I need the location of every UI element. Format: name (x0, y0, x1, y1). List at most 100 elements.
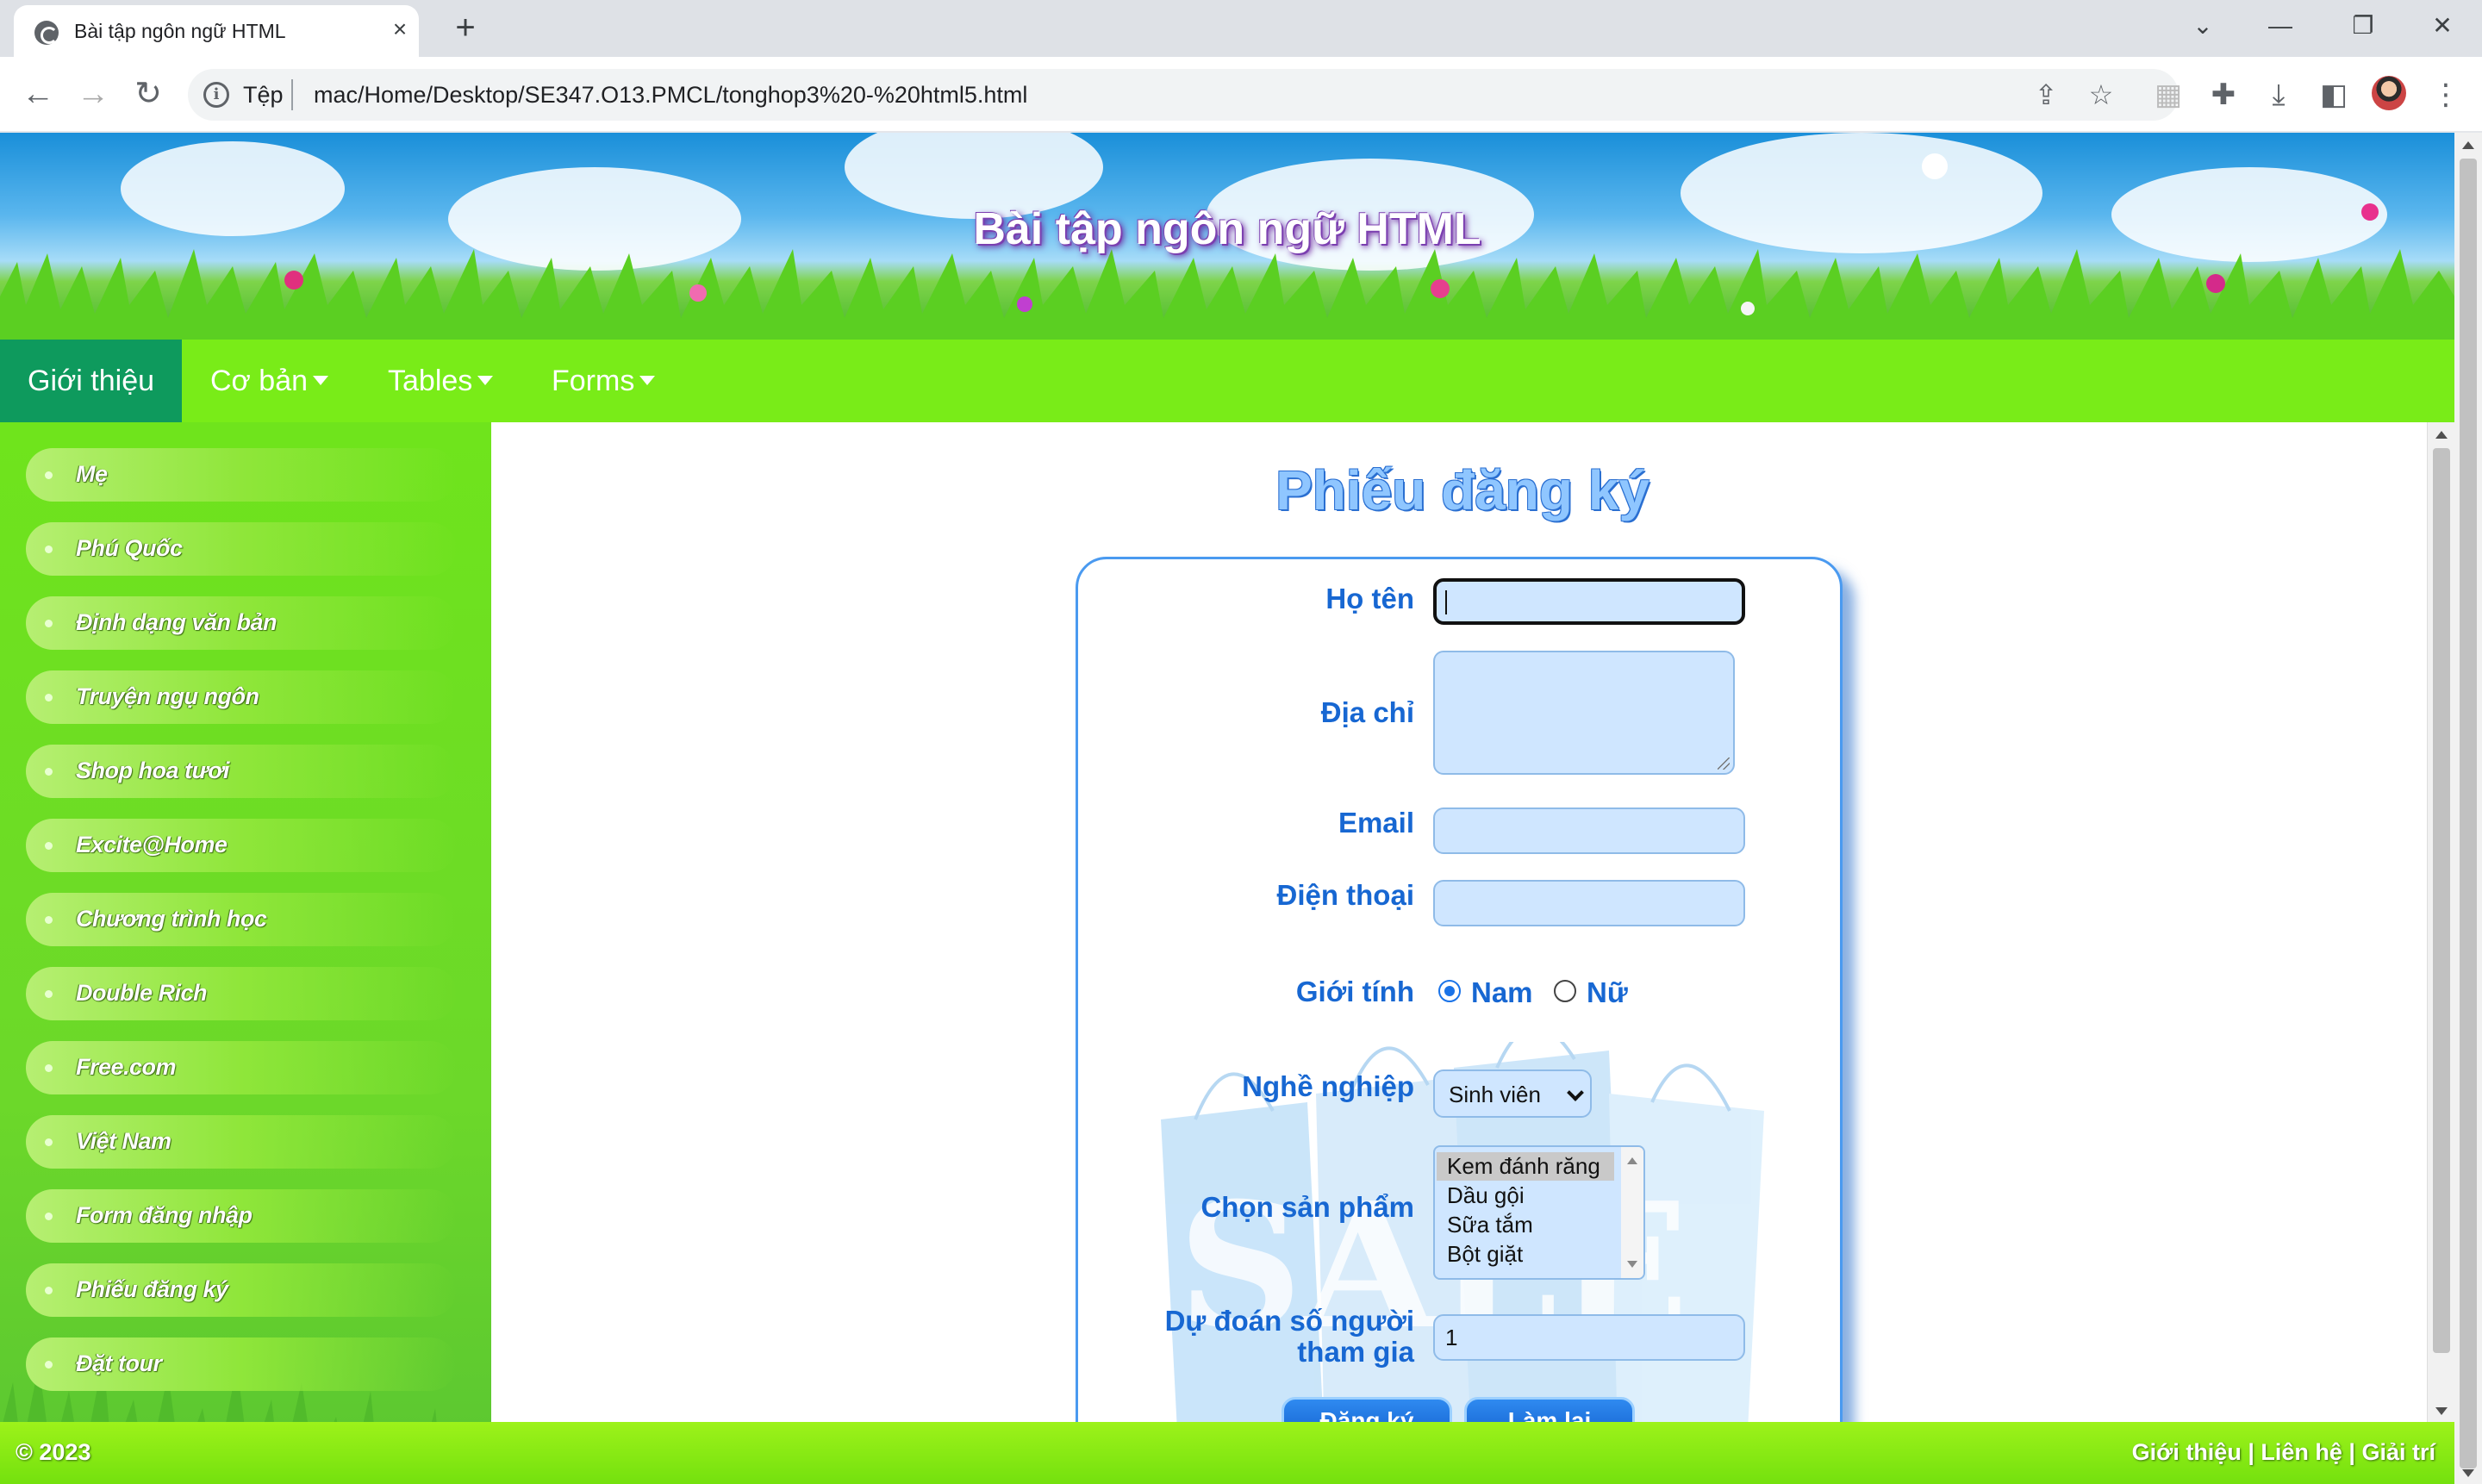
reload-icon[interactable]: ↻ (128, 74, 169, 115)
sidebar-item-shop-hoa-tuoi[interactable]: Shop hoa tươi (26, 745, 457, 798)
sidebar-item-double-rich[interactable]: Double Rich (26, 967, 457, 1020)
bullet-icon (45, 1361, 53, 1369)
sidebar-item-excite-home[interactable]: Excite@Home (26, 819, 457, 872)
job-select-value: Sinh viên (1449, 1082, 1541, 1107)
page-scroll-thumb[interactable] (2460, 159, 2477, 1468)
guess-input[interactable]: 1 (1433, 1314, 1745, 1361)
forward-icon[interactable]: → (72, 74, 114, 115)
grass-decoration (0, 249, 2454, 340)
new-tab-button[interactable]: + (445, 9, 486, 50)
address-bar[interactable]: i Tệp mac/Home/Desktop/SE347.O13.PMCL/to… (188, 69, 2179, 121)
product-option[interactable]: Bột giặt (1437, 1240, 1614, 1269)
globe-icon (34, 21, 59, 45)
minimize-button[interactable]: — (2254, 5, 2306, 47)
main-nav: Giới thiệu Cơ bản Tables Forms (0, 340, 2454, 422)
caret-down-icon (639, 375, 656, 385)
phone-label: Điện thoại (1276, 879, 1414, 911)
star-icon[interactable]: ☆ (2084, 78, 2118, 112)
name-input[interactable] (1433, 578, 1745, 625)
footer-separator: | (2241, 1439, 2261, 1465)
copyright-text: © 2023 (16, 1439, 91, 1465)
email-input[interactable] (1433, 807, 1745, 854)
nav-item-co-ban[interactable]: Cơ bản (183, 340, 356, 422)
sidebar-item-phu-quoc[interactable]: Phú Quốc (26, 522, 457, 576)
sidebar: Mẹ Phú Quốc Định dạng văn bản Truyện ngụ… (0, 422, 491, 1484)
info-icon[interactable]: i (203, 82, 229, 108)
menu-icon[interactable]: ⋮ (2425, 74, 2466, 115)
download-icon[interactable]: ⤓ (2258, 74, 2299, 115)
bullet-icon (45, 1138, 53, 1146)
address-label: Địa chỉ (1320, 696, 1414, 728)
footer-link-gioi-thieu[interactable]: Giới thiệu (2132, 1439, 2242, 1465)
gender-radio-nam[interactable] (1438, 980, 1461, 1002)
content-scroll-thumb[interactable] (2433, 448, 2450, 1353)
product-option[interactable]: Kem đánh răng (1437, 1152, 1614, 1181)
phone-input[interactable] (1433, 880, 1745, 926)
back-icon[interactable]: ← (17, 74, 59, 115)
scroll-down-icon[interactable] (2435, 1407, 2448, 1415)
gender-option-nam: Nam (1471, 976, 1533, 1008)
bullet-icon (45, 620, 53, 627)
share-icon[interactable]: ⇪ (2029, 78, 2063, 112)
guess-label-line1: Dự đoán số người (1164, 1305, 1414, 1337)
sidebar-item-dinh-dang-van-ban[interactable]: Định dạng văn bản (26, 596, 457, 650)
products-label: Chọn sản phẩm (1200, 1191, 1414, 1223)
footer-separator: | (2342, 1439, 2362, 1465)
registration-form: SALE Họ tên Địa chỉ Email Điện thoại Giớ… (1076, 557, 1843, 1484)
extension-icon[interactable]: ▦ (2148, 74, 2189, 115)
name-label: Họ tên (1325, 583, 1414, 614)
product-option[interactable]: Dầu gội (1437, 1182, 1614, 1210)
sidebar-item-form-dang-nhap[interactable]: Form đăng nhập (26, 1189, 457, 1243)
product-option[interactable]: Sữa tắm (1437, 1211, 1614, 1239)
scroll-up-icon[interactable] (2462, 141, 2474, 149)
bullet-icon (45, 471, 53, 479)
bullet-icon (45, 990, 53, 998)
bullet-icon (45, 546, 53, 553)
bullet-icon (45, 842, 53, 850)
gender-radio-nu[interactable] (1554, 980, 1576, 1002)
bullet-icon (45, 916, 53, 924)
text-cursor (1445, 590, 1447, 614)
footer-link-lien-he[interactable]: Liên hệ (2261, 1439, 2342, 1465)
close-window-button[interactable]: ✕ (2417, 5, 2468, 47)
sidebar-item-chuong-trinh-hoc[interactable]: Chương trình học (26, 893, 457, 946)
sidepanel-icon[interactable]: ◧ (2313, 74, 2354, 115)
products-listbox[interactable]: Kem đánh răng Dầu gội Sữa tắm Bột giặt (1433, 1145, 1645, 1280)
footer-link-giai-tri[interactable]: Giải trí (2361, 1439, 2435, 1465)
sidebar-item-phieu-dang-ky[interactable]: Phiếu đăng ký (26, 1263, 457, 1317)
tab-search-icon[interactable]: ⌄ (2177, 5, 2229, 47)
sidebar-item-dat-tour[interactable]: Đặt tour (26, 1337, 457, 1391)
sidebar-item-free-com[interactable]: Free.com (26, 1041, 457, 1094)
nav-item-gioi-thieu[interactable]: Giới thiệu (0, 340, 183, 422)
gender-label: Giới tính (1295, 976, 1414, 1007)
close-tab-icon[interactable]: × (386, 16, 414, 43)
bullet-icon (45, 1287, 53, 1294)
resize-handle-icon[interactable] (1718, 758, 1730, 770)
browser-toolbar: ← → ↻ i Tệp mac/Home/Desktop/SE347.O13.P… (0, 57, 2482, 133)
bullet-icon (45, 1064, 53, 1072)
nav-item-forms[interactable]: Forms (524, 340, 683, 422)
content-scrollbar[interactable] (2427, 422, 2454, 1422)
sidebar-item-truyen-ngu-ngon[interactable]: Truyện ngụ ngôn (26, 670, 457, 724)
sidebar-item-viet-nam[interactable]: Việt Nam (26, 1115, 457, 1169)
address-textarea[interactable] (1433, 651, 1735, 775)
restore-button[interactable]: ❐ (2337, 5, 2389, 47)
browser-tab[interactable]: Bài tập ngôn ngữ HTML × (14, 5, 419, 57)
address-url[interactable]: mac/Home/Desktop/SE347.O13.PMCL/tonghop3… (314, 82, 1027, 109)
scroll-up-icon[interactable] (2435, 431, 2448, 439)
puzzle-icon[interactable]: ✚ (2203, 74, 2244, 115)
bullet-icon (45, 1213, 53, 1220)
guess-input-value: 1 (1445, 1325, 1458, 1350)
footer: © 2023 Giới thiệu | Liên hệ | Giải trí (0, 1422, 2454, 1484)
job-select[interactable]: Sinh viên (1433, 1069, 1592, 1118)
listbox-scrollbar[interactable] (1621, 1147, 1643, 1278)
sidebar-item-me[interactable]: Mẹ (26, 448, 457, 502)
form-title: Phiếu đăng ký (1275, 459, 1649, 521)
page-scrollbar[interactable] (2454, 133, 2482, 1484)
scroll-down-icon[interactable] (2462, 1469, 2474, 1477)
nav-item-tables[interactable]: Tables (360, 340, 521, 422)
profile-avatar[interactable] (2372, 76, 2406, 110)
browser-tab-strip: Bài tập ngôn ngữ HTML × + ⌄ — ❐ ✕ (0, 0, 2482, 57)
footer-links: Giới thiệu | Liên hệ | Giải trí (2132, 1439, 2435, 1466)
main-content: Phiếu đăng ký SALE Họ tên Địa chỉ (491, 422, 2434, 1484)
